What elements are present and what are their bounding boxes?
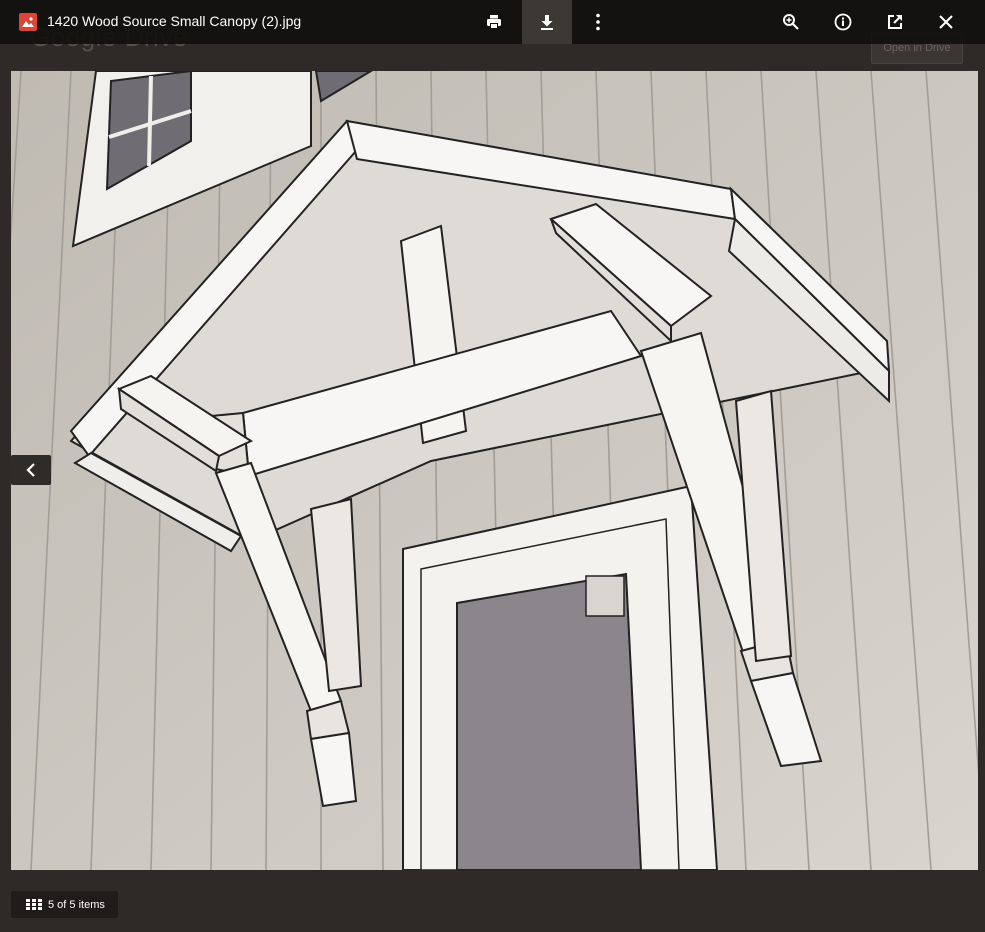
file-title: 1420 Wood Source Small Canopy (2).jpg	[47, 13, 302, 29]
open-in-new-window-button[interactable]	[870, 0, 920, 44]
image-preview	[11, 71, 978, 870]
more-options-icon	[596, 13, 600, 31]
close-icon	[939, 15, 953, 29]
close-button[interactable]	[921, 0, 971, 44]
viewer-toolbar: 1420 Wood Source Small Canopy (2).jpg	[0, 0, 985, 44]
more-options-button[interactable]	[573, 0, 623, 44]
info-button[interactable]	[818, 0, 868, 44]
download-button[interactable]	[522, 0, 572, 44]
zoom-in-button[interactable]	[766, 0, 816, 44]
info-icon	[834, 13, 852, 31]
zoom-in-icon	[783, 14, 799, 30]
image-file-icon	[19, 13, 37, 31]
print-icon	[487, 15, 501, 29]
chevron-left-icon	[26, 463, 35, 477]
grid-icon	[26, 899, 42, 910]
item-count-label: 5 of 5 items	[48, 898, 105, 911]
canopy-illustration	[11, 71, 978, 870]
open-in-new-window-icon	[888, 15, 902, 29]
download-icon	[541, 15, 553, 30]
item-count-button[interactable]: 5 of 5 items	[11, 891, 118, 918]
previous-item-button[interactable]	[11, 455, 51, 485]
print-button[interactable]	[469, 0, 519, 44]
